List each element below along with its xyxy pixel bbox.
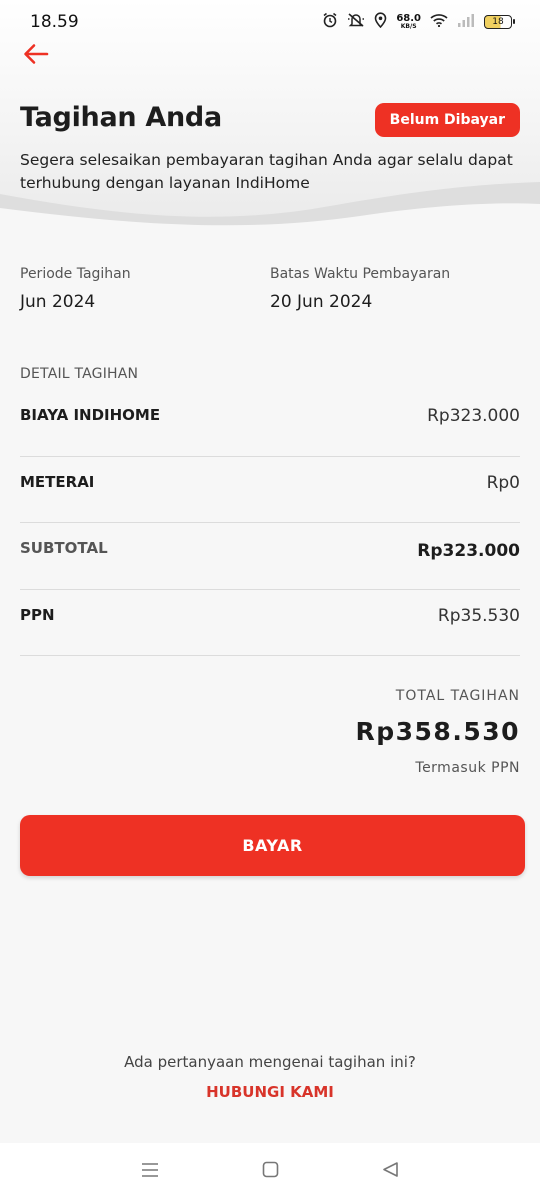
nav-back-button[interactable] — [370, 1152, 410, 1192]
menu-icon — [141, 1162, 159, 1182]
detail-row-ppn: PPN Rp35.530 — [20, 590, 520, 656]
total-note: Termasuk PPN — [415, 760, 520, 776]
back-button[interactable] — [20, 40, 52, 72]
detail-row-label: METERAI — [20, 472, 95, 491]
detail-list: BIAYA INDIHOME Rp323.000 METERAI Rp0 SUB… — [20, 390, 520, 656]
location-pin-icon — [374, 11, 387, 33]
net-speed: 68.0 KB/S — [396, 14, 421, 30]
total-amount: Rp358.530 — [355, 717, 520, 746]
battery-icon: 18 — [484, 15, 515, 29]
alarm-icon — [322, 12, 338, 33]
arrow-left-icon — [23, 43, 49, 69]
detail-row-label: SUBTOTAL — [20, 539, 108, 557]
status-badge: Belum Dibayar — [374, 103, 520, 137]
signal-icon — [457, 12, 475, 32]
contact-us-link[interactable]: HUBUNGI KAMI — [0, 1083, 540, 1101]
battery-level: 18 — [492, 17, 504, 27]
total-block: TOTAL TAGIHAN Rp358.530 Termasuk PPN — [355, 688, 520, 776]
detail-heading: DETAIL TAGIHAN — [20, 366, 139, 382]
status-time: 18.59 — [30, 12, 79, 32]
pay-button[interactable]: BAYAR — [20, 815, 525, 876]
status-icons: 68.0 KB/S 18 — [322, 11, 515, 33]
detail-row-value: Rp35.530 — [437, 605, 520, 626]
triangle-back-icon — [382, 1161, 399, 1182]
detail-row-value: Rp0 — [486, 472, 520, 493]
system-nav-bar — [0, 1143, 540, 1200]
detail-row-label: PPN — [20, 605, 55, 624]
detail-row-subtotal: SUBTOTAL Rp323.000 — [20, 523, 520, 590]
billing-period-section: Periode Tagihan Jun 2024 Batas Waktu Pem… — [20, 266, 520, 312]
bell-off-icon — [347, 12, 365, 33]
status-bar: 18.59 68.0 KB/S 18 — [0, 0, 540, 44]
page-title: Tagihan Anda — [20, 102, 222, 133]
screen: 18.59 68.0 KB/S 18 Tagihan Anda Belum Di… — [0, 0, 540, 1200]
payment-deadline: Batas Waktu Pembayaran 20 Jun 2024 — [270, 266, 520, 312]
total-label: TOTAL TAGIHAN — [395, 688, 520, 704]
nav-home-button[interactable] — [250, 1152, 290, 1192]
net-speed-unit: KB/S — [400, 23, 417, 30]
payment-deadline-value: 20 Jun 2024 — [270, 292, 373, 312]
payment-deadline-label: Batas Waktu Pembayaran — [270, 266, 451, 282]
detail-row-value: Rp323.000 — [417, 541, 520, 561]
detail-row-label: BIAYA INDIHOME — [20, 406, 161, 424]
wifi-icon — [430, 12, 448, 32]
header-description: Segera selesaikan pembayaran tagihan And… — [20, 151, 513, 192]
billing-period-label: Periode Tagihan — [20, 266, 131, 282]
nav-menu-button[interactable] — [130, 1152, 170, 1192]
detail-row-value: Rp323.000 — [427, 406, 520, 426]
contact-question: Ada pertanyaan mengenai tagihan ini? — [124, 1053, 416, 1071]
detail-row-meterai: METERAI Rp0 — [20, 457, 520, 523]
billing-period-value: Jun 2024 — [20, 292, 96, 312]
square-icon — [262, 1161, 279, 1182]
billing-period: Periode Tagihan Jun 2024 — [20, 266, 270, 312]
detail-row-indihome: BIAYA INDIHOME Rp323.000 — [20, 390, 520, 457]
